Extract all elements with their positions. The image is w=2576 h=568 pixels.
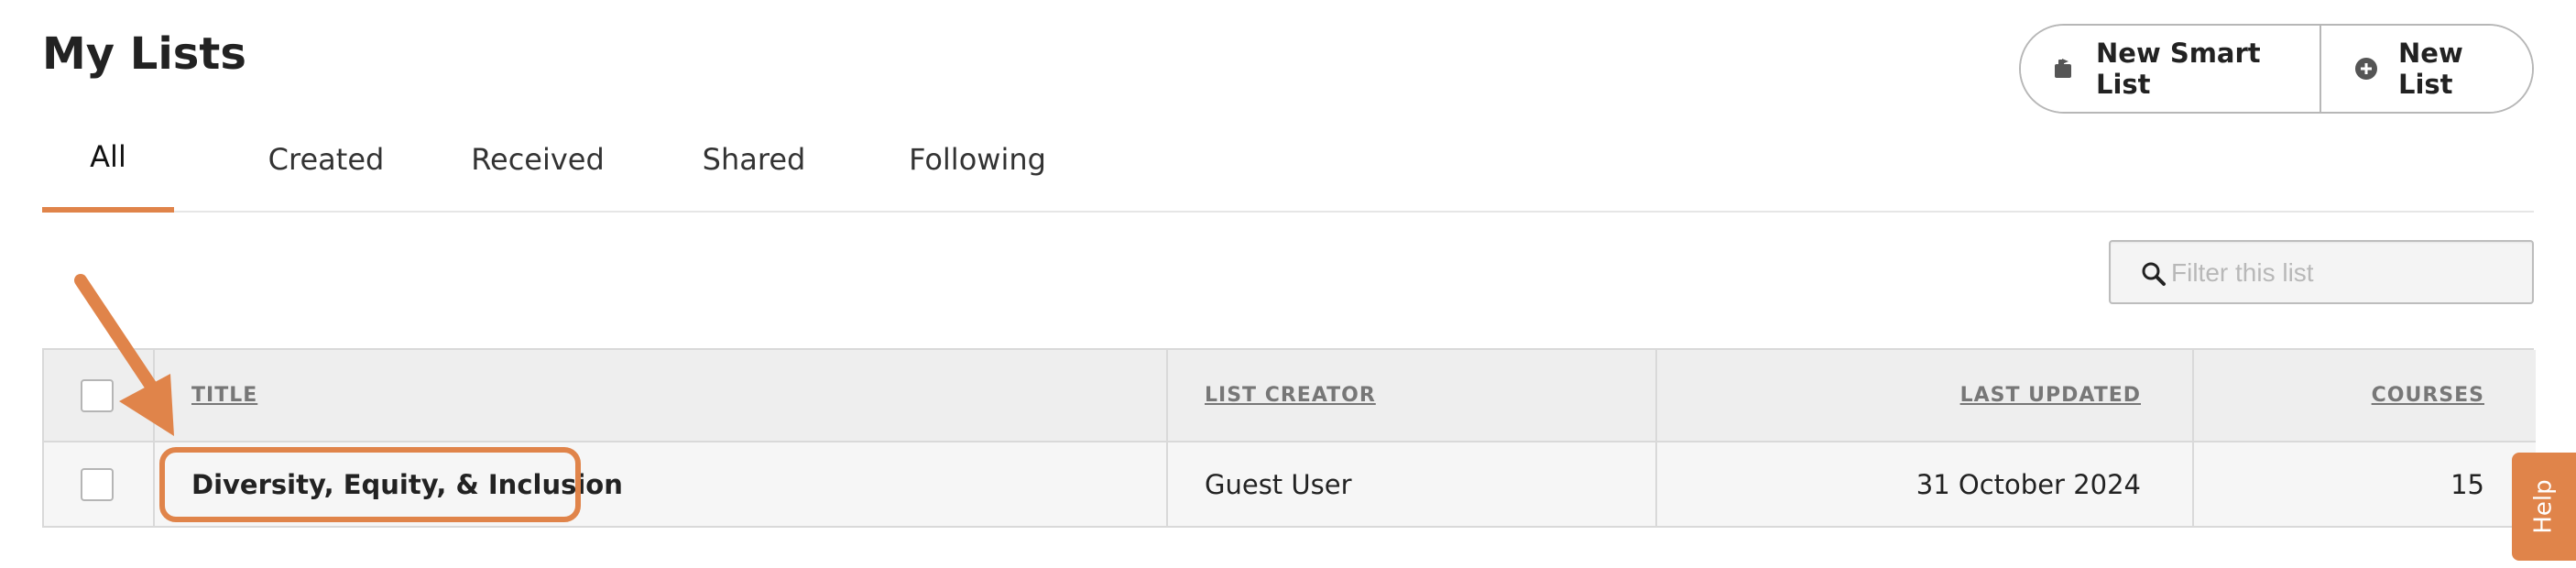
page-title: My Lists <box>42 28 246 80</box>
column-header-courses[interactable]: COURSES <box>2193 350 2536 442</box>
table-header-row: TITLE LIST CREATOR LAST UPDATED COURSES <box>44 350 2536 442</box>
tab-following[interactable]: Following <box>854 117 1101 213</box>
list-actions-group: New Smart List New List <box>2019 24 2534 114</box>
column-header-title[interactable]: TITLE <box>154 350 1168 442</box>
new-smart-list-label: New Smart List <box>2096 38 2261 100</box>
lists-table-container: TITLE LIST CREATOR LAST UPDATED COURSES … <box>42 348 2536 528</box>
active-tab-indicator <box>42 207 174 213</box>
table-row[interactable]: Diversity, Equity, & Inclusion Guest Use… <box>44 442 2536 526</box>
plus-circle-icon <box>2354 55 2378 82</box>
smart-list-icon <box>2050 55 2076 82</box>
courses-count-cell: 15 <box>2450 468 2484 500</box>
last-updated-cell: 31 October 2024 <box>1656 442 2194 526</box>
tab-shared[interactable]: Shared <box>656 117 852 213</box>
tab-all[interactable]: All <box>42 117 174 213</box>
list-tabs: All Created Received Shared Following <box>42 117 2534 213</box>
tab-received[interactable]: Received <box>432 117 643 213</box>
new-list-label: New List <box>2398 38 2463 100</box>
list-title-link[interactable]: Diversity, Equity, & Inclusion <box>154 442 1168 526</box>
new-smart-list-button[interactable]: New Smart List <box>2021 26 2321 112</box>
filter-box <box>2109 240 2534 304</box>
help-button[interactable]: Help <box>2512 453 2576 561</box>
select-all-cell <box>44 350 155 442</box>
row-select-cell <box>44 442 155 526</box>
new-list-button[interactable]: New List <box>2321 26 2532 112</box>
search-icon <box>2140 260 2167 288</box>
select-all-checkbox[interactable] <box>81 378 114 412</box>
column-header-list-creator[interactable]: LIST CREATOR <box>1167 350 1657 442</box>
filter-input[interactable] <box>2169 247 2517 299</box>
help-label: Help <box>2530 479 2558 534</box>
column-header-last-updated[interactable]: LAST UPDATED <box>1656 350 2194 442</box>
tab-created[interactable]: Created <box>222 117 431 213</box>
lists-table: TITLE LIST CREATOR LAST UPDATED COURSES … <box>44 350 2536 526</box>
list-creator-cell: Guest User <box>1167 442 1657 526</box>
row-checkbox[interactable] <box>81 468 114 501</box>
